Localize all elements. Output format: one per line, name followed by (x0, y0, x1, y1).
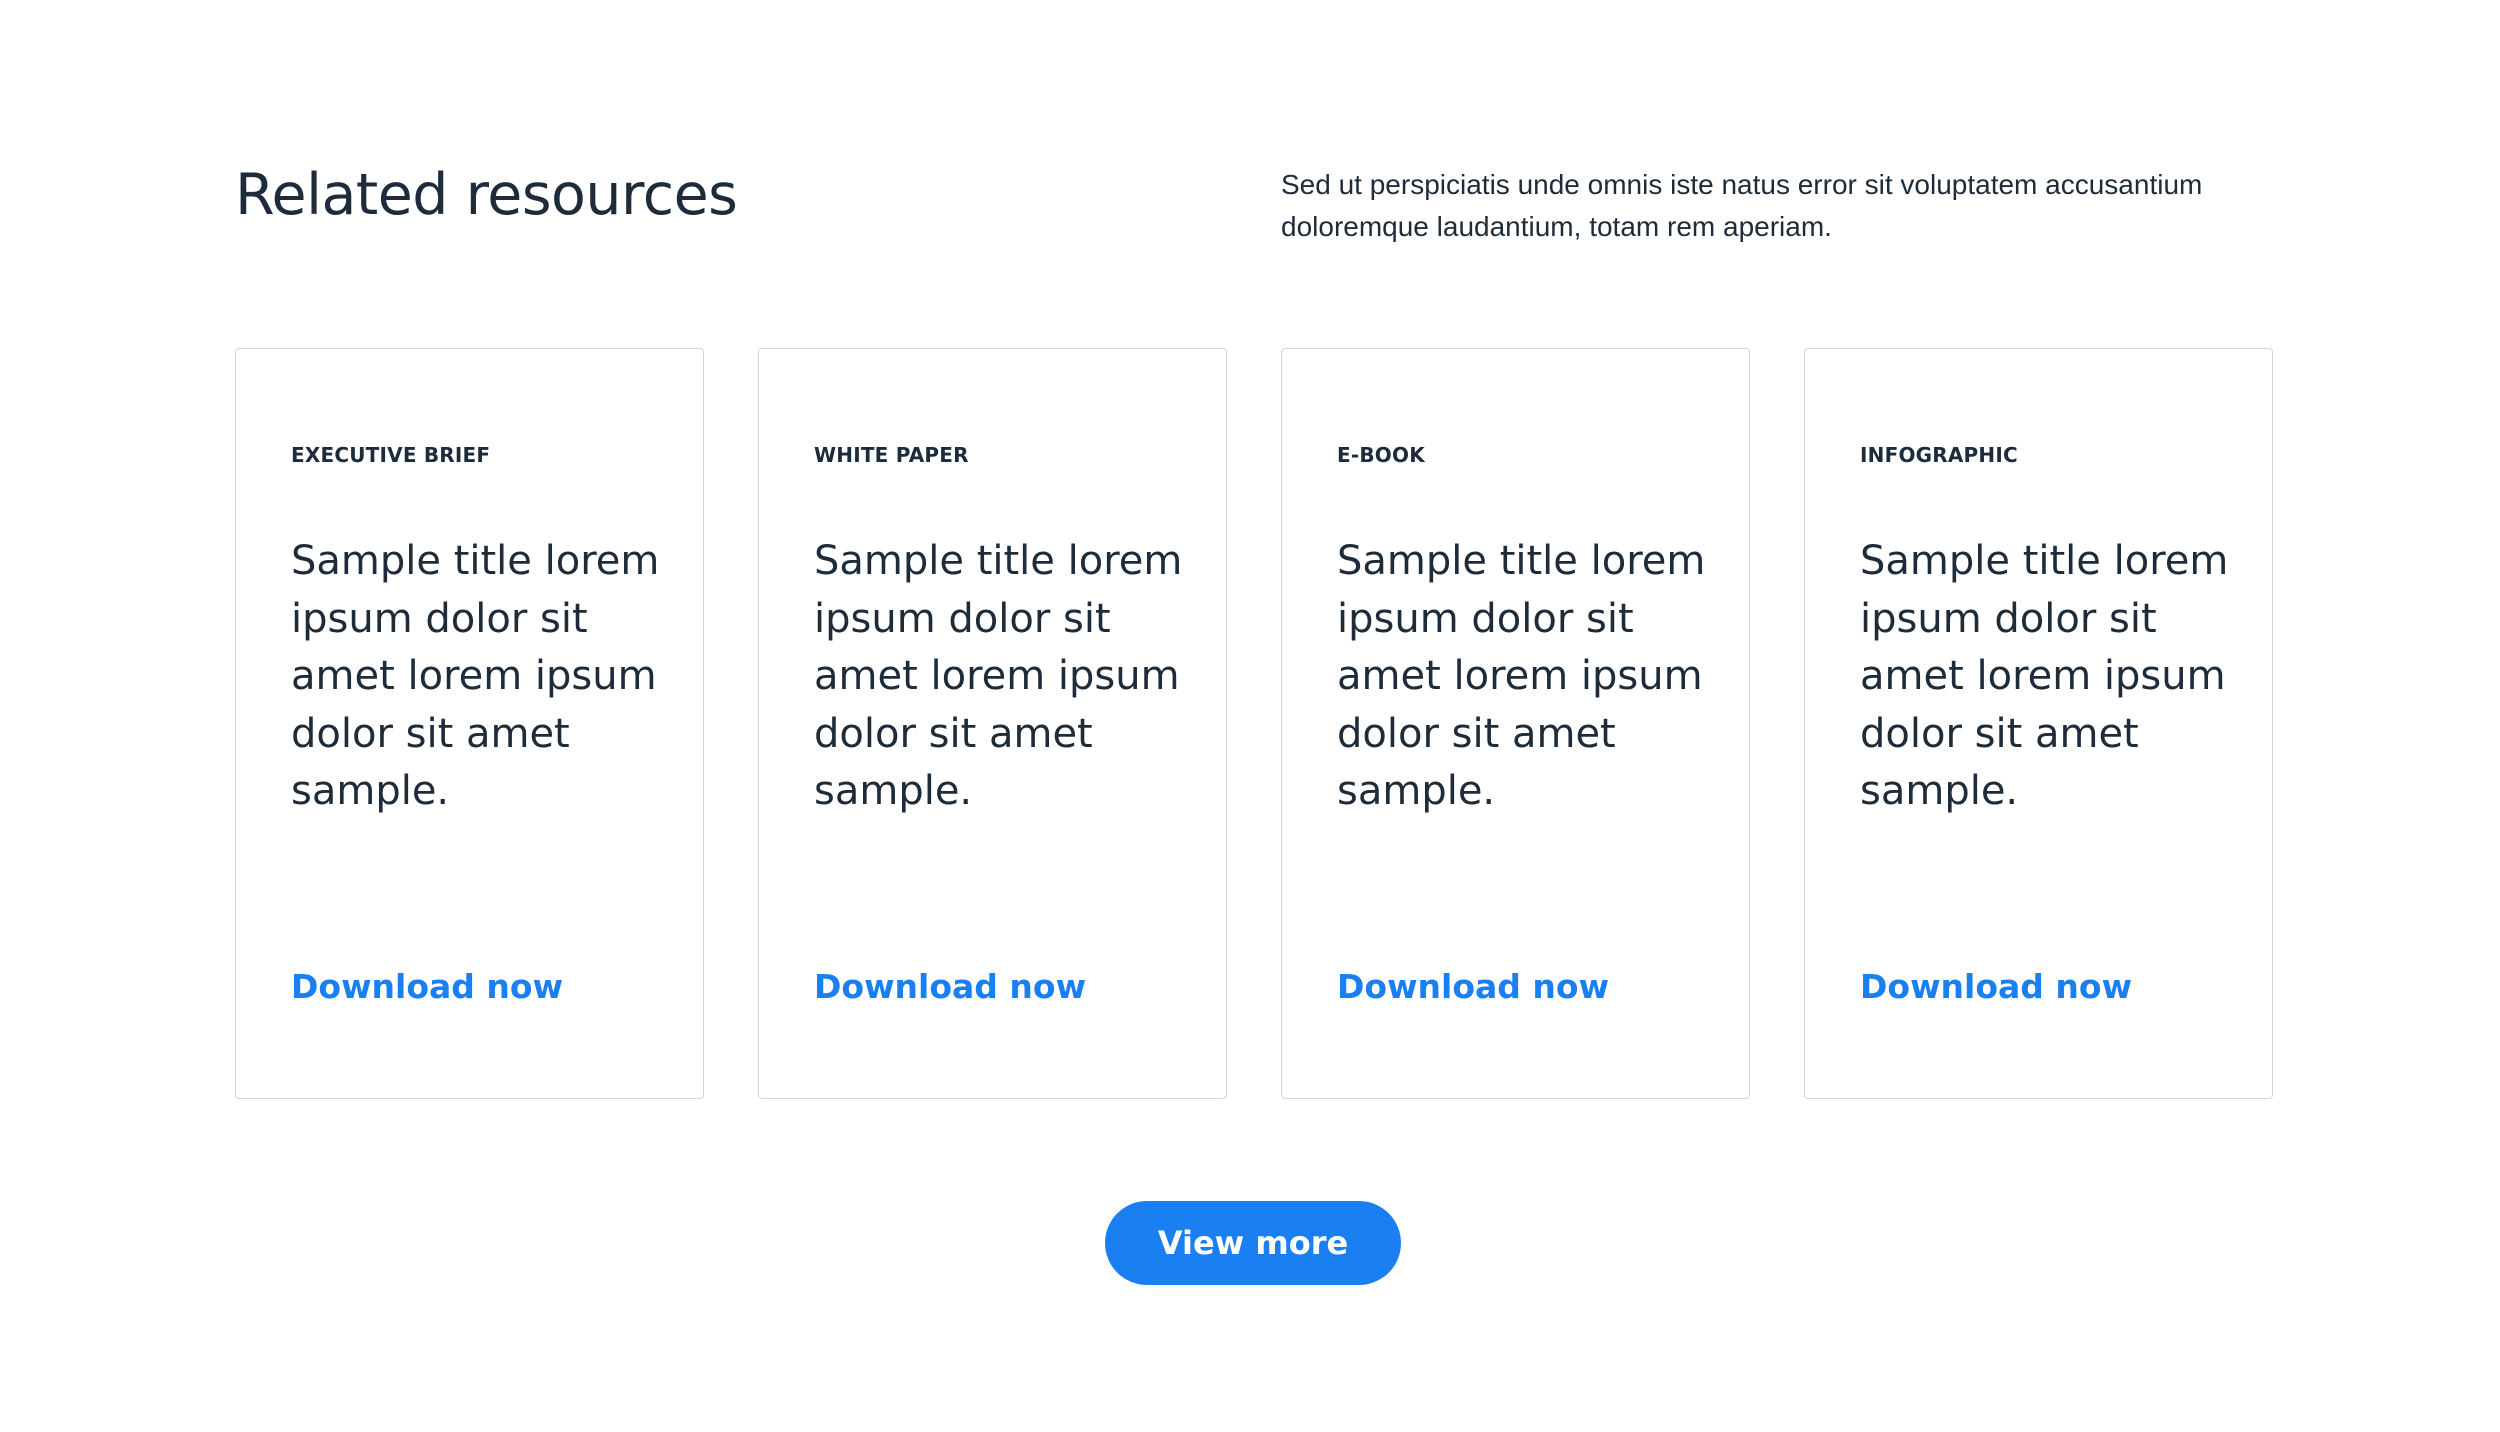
resource-card-infographic: INFOGRAPHIC Sample title lorem ipsum dol… (1804, 348, 2273, 1099)
card-type-label: E-BOOK (1337, 443, 1425, 467)
card-title: Sample title lorem ipsum dolor sit amet … (1860, 538, 2229, 814)
download-now-link[interactable]: Download now (1337, 967, 1609, 1006)
card-title: Sample title lorem ipsum dolor sit amet … (1337, 538, 1706, 814)
download-now-link[interactable]: Download now (291, 967, 563, 1006)
card-type-label: INFOGRAPHIC (1860, 443, 2018, 467)
view-more-button[interactable]: View more (1105, 1201, 1401, 1285)
download-now-link[interactable]: Download now (1860, 967, 2132, 1006)
resource-card-e-book: E-BOOK Sample title lorem ipsum dolor si… (1281, 348, 1750, 1099)
related-resources-section: Related resources Sed ut perspiciatis un… (235, 0, 2275, 1432)
section-title: Related resources (235, 162, 738, 228)
resource-card-executive-brief: EXECUTIVE BRIEF Sample title lorem ipsum… (235, 348, 704, 1099)
card-title: Sample title lorem ipsum dolor sit amet … (814, 538, 1183, 814)
card-type-label: WHITE PAPER (814, 443, 969, 467)
card-type-label: EXECUTIVE BRIEF (291, 443, 491, 467)
card-title: Sample title lorem ipsum dolor sit amet … (291, 538, 660, 814)
section-description: Sed ut perspiciatis unde omnis iste natu… (1281, 169, 2203, 242)
resource-card-white-paper: WHITE PAPER Sample title lorem ipsum dol… (758, 348, 1227, 1099)
resource-cards: EXECUTIVE BRIEF Sample title lorem ipsum… (235, 348, 2275, 1102)
download-now-link[interactable]: Download now (814, 967, 1086, 1006)
